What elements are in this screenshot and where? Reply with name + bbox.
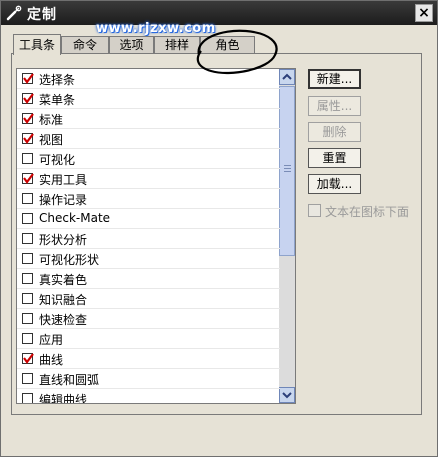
list-item[interactable]: 实用工具 xyxy=(17,169,280,189)
toolbar-checkbox[interactable] xyxy=(22,353,34,364)
checkmark-icon xyxy=(23,113,34,124)
close-button[interactable]: × xyxy=(415,4,433,22)
properties-button[interactable]: 属性... xyxy=(308,96,361,116)
toolbar-item-label: 编辑曲线 xyxy=(39,393,88,404)
toolbar-item-label: 可视化形状 xyxy=(39,253,100,267)
grip-icon xyxy=(284,165,291,166)
toolbar-checkbox[interactable] xyxy=(22,333,33,344)
toolbar-checkbox[interactable] xyxy=(22,253,33,264)
toolbar-item-label: 快速检查 xyxy=(39,313,88,327)
toolbar-checkbox[interactable] xyxy=(22,113,34,124)
load-button[interactable]: 加载... xyxy=(308,174,361,194)
window-title: 定制 xyxy=(27,7,57,23)
delete-button[interactable]: 删除 xyxy=(308,122,361,142)
toolbar-checkbox[interactable] xyxy=(22,313,33,324)
wrench-icon xyxy=(6,5,22,21)
toolbar-item-label: 标准 xyxy=(39,113,64,127)
list-item[interactable]: 直线和圆弧 xyxy=(17,369,280,389)
tab-commands[interactable]: 命令 xyxy=(61,36,109,54)
reset-button[interactable]: 重置 xyxy=(308,148,361,168)
toolbar-item-label: 选择条 xyxy=(39,73,76,87)
toolbar-checkbox[interactable] xyxy=(22,273,33,284)
list-item[interactable]: 标准 xyxy=(17,109,280,129)
new-button[interactable]: 新建... xyxy=(308,69,361,89)
toolbar-item-label: 应用 xyxy=(39,333,64,347)
title-bar[interactable]: 定制 × xyxy=(1,1,437,25)
list-item[interactable]: 知识融合 xyxy=(17,289,280,309)
toolbar-checkbox[interactable] xyxy=(22,153,33,164)
toolbar-checkbox[interactable] xyxy=(22,173,34,184)
toolbar-item-label: 曲线 xyxy=(39,353,64,367)
toolbar-item-label: 知识融合 xyxy=(39,293,88,307)
toolbar-item-label: 视图 xyxy=(39,133,64,147)
text-below-icon-label: 文本在图标下面 xyxy=(325,205,410,219)
text-below-icon-checkbox[interactable] xyxy=(308,204,321,217)
list-item[interactable]: 菜单条 xyxy=(17,89,280,109)
vertical-scrollbar[interactable] xyxy=(279,69,295,403)
checkmark-icon xyxy=(23,93,34,104)
list-item[interactable]: Check-Mate xyxy=(17,209,280,229)
list-item[interactable]: 编辑曲线 xyxy=(17,389,280,404)
arrow-down-icon xyxy=(282,392,292,399)
toolbar-checkbox[interactable] xyxy=(22,233,33,244)
list-item[interactable]: 曲线 xyxy=(17,349,280,369)
tab-options[interactable]: 选项 xyxy=(109,36,154,54)
toolbar-checkbox[interactable] xyxy=(22,373,33,384)
toolbar-checkbox[interactable] xyxy=(22,213,33,224)
toolbar-checkbox[interactable] xyxy=(22,393,33,403)
toolbar-item-label: 菜单条 xyxy=(39,93,76,107)
dialog-footer xyxy=(1,421,437,456)
list-item[interactable]: 快速检查 xyxy=(17,309,280,329)
toolbar-item-label: Check-Mate xyxy=(39,211,111,225)
close-icon: × xyxy=(418,5,430,21)
checkmark-icon xyxy=(23,133,34,144)
list-item[interactable]: 可视化 xyxy=(17,149,280,169)
toolbar-item-label: 操作记录 xyxy=(39,193,88,207)
toolbar-checkbox[interactable] xyxy=(22,193,33,204)
list-item[interactable]: 视图 xyxy=(17,129,280,149)
list-item[interactable]: 应用 xyxy=(17,329,280,349)
list-item[interactable]: 形状分析 xyxy=(17,229,280,249)
toolbar-item-label: 直线和圆弧 xyxy=(39,373,100,387)
tab-toolbars[interactable]: 工具条 xyxy=(13,34,61,55)
toolbar-item-label: 真实着色 xyxy=(39,273,88,287)
annotation-circle xyxy=(196,29,278,75)
checkmark-icon xyxy=(23,73,34,84)
checkmark-icon xyxy=(23,353,34,364)
arrow-up-icon xyxy=(282,73,292,80)
checkmark-icon xyxy=(23,173,34,184)
toolbar-checkbox[interactable] xyxy=(22,293,33,304)
toolbar-checkbox[interactable] xyxy=(22,73,34,84)
toolbar-item-label: 形状分析 xyxy=(39,233,88,247)
toolbar-checkbox[interactable] xyxy=(22,93,34,104)
toolbar-item-label: 可视化 xyxy=(39,153,76,167)
scroll-thumb[interactable] xyxy=(279,86,295,256)
toolbar-item-label: 实用工具 xyxy=(39,173,88,187)
customize-dialog: 定制 × www.rjzxw.com 工具条 命令 选项 排样 角色 选择条 菜单… xyxy=(0,0,438,457)
toolbar-checkbox[interactable] xyxy=(22,133,34,144)
toolbar-list[interactable]: 选择条菜单条标准视图可视化实用工具操作记录 Check-Mate 形状分析可视化形状… xyxy=(16,68,296,404)
list-item[interactable]: 可视化形状 xyxy=(17,249,280,269)
list-item[interactable]: 真实着色 xyxy=(17,269,280,289)
scroll-down-button[interactable] xyxy=(279,387,295,403)
list-item[interactable]: 操作记录 xyxy=(17,189,280,209)
scroll-up-button[interactable] xyxy=(279,69,295,85)
